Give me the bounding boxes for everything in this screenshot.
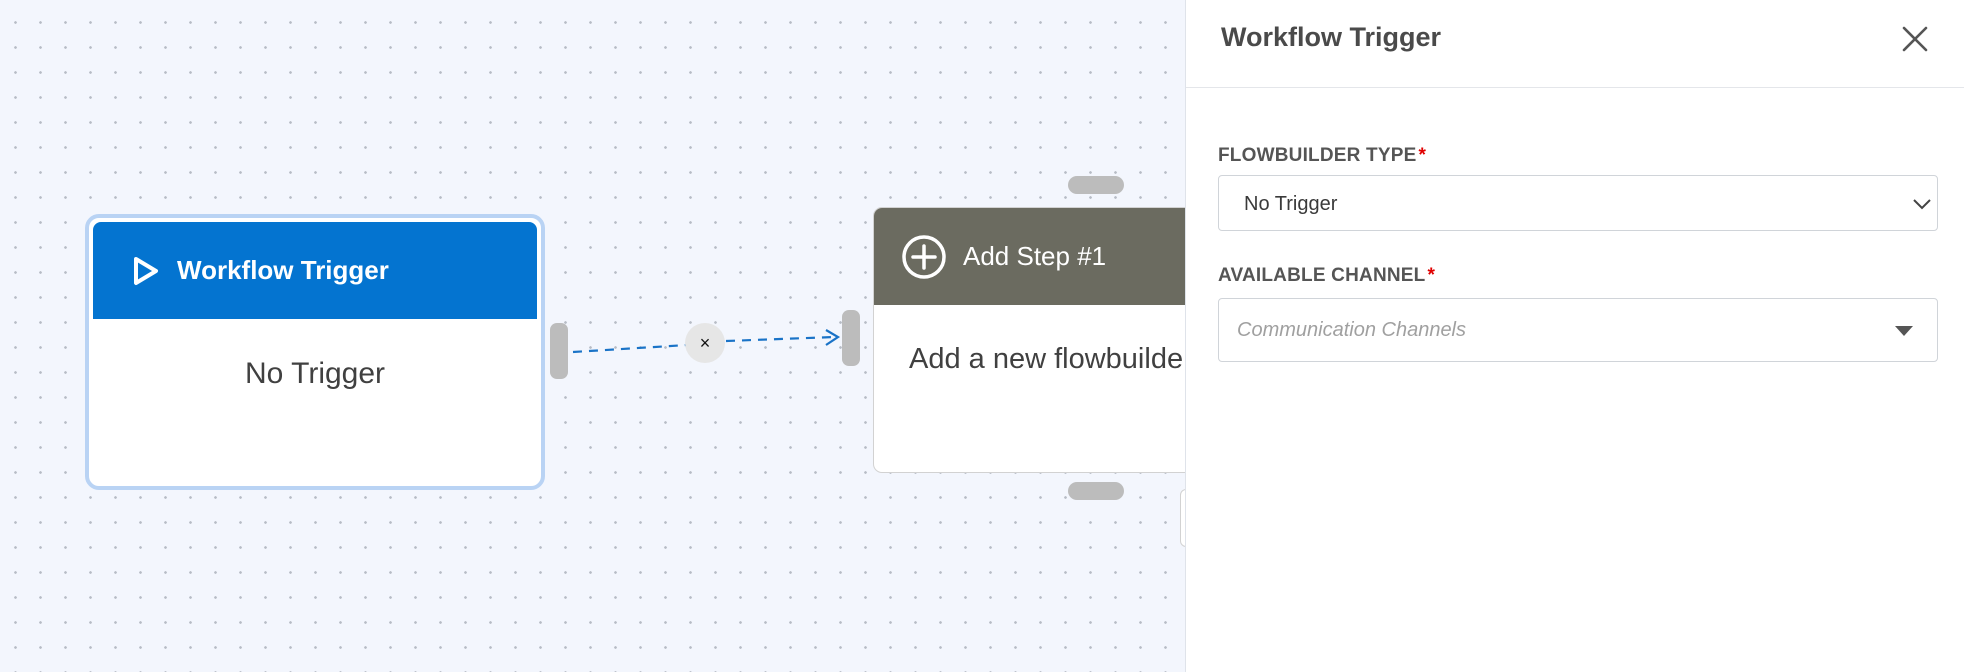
step-node-header: Add Step #1 <box>874 208 1186 305</box>
add-step-node[interactable]: Add Step #1 Add a new flowbuilder <box>873 207 1186 473</box>
flowbuilder-type-select[interactable]: No Trigger <box>1218 175 1938 231</box>
flowbuilder-type-value: No Trigger <box>1244 193 1338 215</box>
step-top-handle[interactable] <box>1068 176 1124 194</box>
close-small-icon: × <box>699 332 711 353</box>
required-marker: * <box>1427 265 1436 286</box>
available-channel-placeholder: Communication Channels <box>1237 319 1467 341</box>
caret-down-icon <box>1895 326 1913 336</box>
step-node-title: Add Step #1 <box>963 241 1107 271</box>
step-input-handle[interactable] <box>842 310 860 366</box>
panel-header: Workflow Trigger <box>1186 0 1964 88</box>
step-node-body: Add a new flowbuilder <box>909 343 1186 375</box>
panel-title: Workflow Trigger <box>1221 22 1442 52</box>
close-icon[interactable] <box>1901 25 1929 53</box>
flow-canvas[interactable]: Workflow Trigger No Trigger × Add Step #… <box>0 0 1186 672</box>
add-circle-icon <box>902 234 946 279</box>
flowbuilder-type-label: FLOWBUILDER TYPE * <box>1218 145 1427 166</box>
step-bottom-handle[interactable] <box>1068 482 1124 500</box>
trigger-settings-panel: Workflow Trigger FLOWBUILDER TYPE * No Tr… <box>1185 0 1964 672</box>
edge-delete-button[interactable]: × <box>685 323 725 363</box>
available-channel-label: AVAILABLE CHANNEL * <box>1218 265 1436 286</box>
available-channel-select[interactable]: Communication Channels <box>1218 298 1938 362</box>
required-marker: * <box>1418 145 1427 166</box>
chevron-down-icon <box>1913 199 1931 210</box>
